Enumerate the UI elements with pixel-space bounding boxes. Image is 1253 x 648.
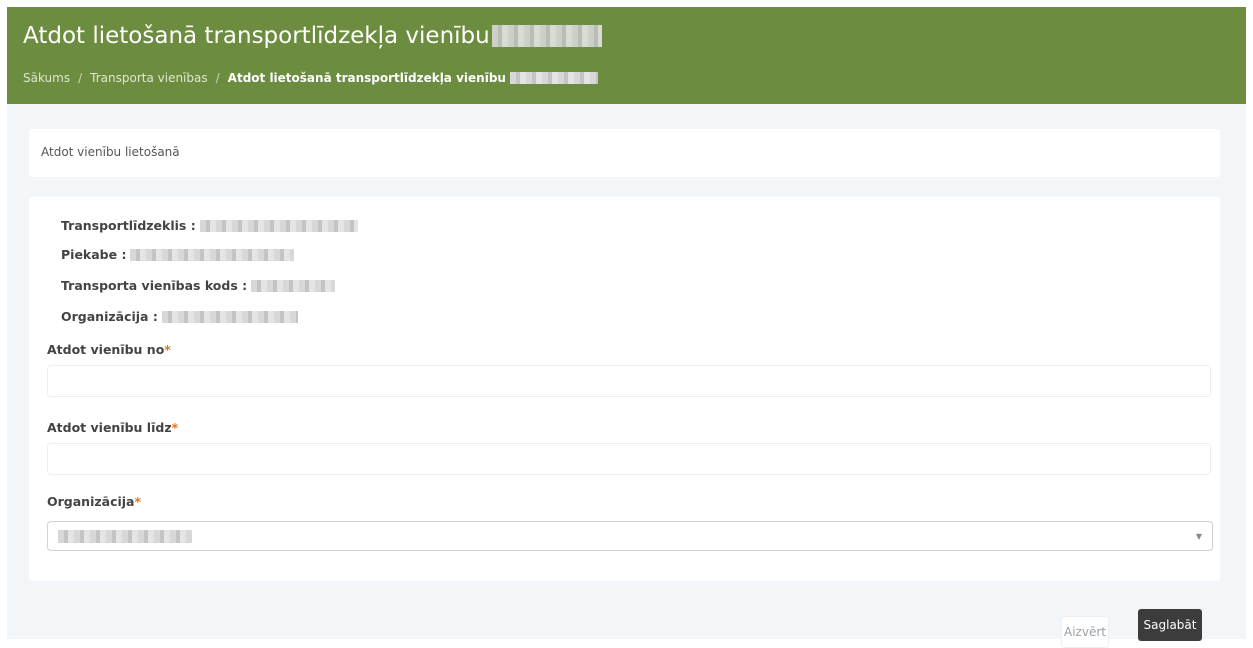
- page-title: Atdot lietošanā transportlīdzekļa vienīb…: [23, 23, 602, 49]
- organization-info: Organizācija :: [61, 309, 298, 324]
- breadcrumb-separator: /: [78, 71, 83, 85]
- breadcrumb: Sākums / Transporta vienības / Atdot lie…: [23, 71, 598, 85]
- redacted-trailer-value: [130, 248, 295, 261]
- form-card: Transportlīdzeklis : Piekabe : Transport…: [29, 197, 1220, 581]
- breadcrumb-home-link[interactable]: Sākums: [23, 71, 70, 85]
- redacted-organization-value: [161, 310, 298, 323]
- organization-info-label: Organizācija :: [61, 309, 158, 324]
- chevron-down-icon[interactable]: ▼: [1196, 532, 1202, 541]
- unit-code-info: Transporta vienības kods :: [61, 278, 336, 293]
- redacted-unit-code-value: [251, 279, 336, 292]
- to-date-label: Atdot vienību līdz*: [47, 420, 178, 435]
- unit-code-label: Transporta vienības kods :: [61, 278, 248, 293]
- section-title: Atdot vienību lietošanā: [41, 145, 180, 159]
- trailer-label: Piekabe :: [61, 247, 127, 262]
- breadcrumb-transport-units-link[interactable]: Transporta vienības: [90, 71, 207, 85]
- save-button[interactable]: Saglabāt: [1138, 609, 1202, 641]
- breadcrumb-separator: /: [215, 71, 220, 85]
- trailer-info: Piekabe :: [61, 247, 295, 262]
- from-date-label: Atdot vienību no*: [47, 342, 171, 357]
- required-marker: *: [134, 494, 142, 509]
- section-header-card: Atdot vienību lietošanā: [29, 129, 1220, 177]
- required-marker: *: [171, 420, 179, 435]
- organization-select[interactable]: ▼: [47, 521, 1213, 551]
- organization-select-label-text: Organizācija: [47, 494, 135, 509]
- redacted-vehicle-id: [491, 25, 602, 47]
- page-title-text: Atdot lietošanā transportlīdzekļa vienīb…: [23, 23, 490, 49]
- page-header: Atdot lietošanā transportlīdzekļa vienīb…: [7, 7, 1246, 104]
- vehicle-label: Transportlīdzeklis :: [61, 218, 196, 233]
- organization-select-label: Organizācija*: [47, 494, 141, 509]
- redacted-organization-selected-value: [58, 530, 192, 543]
- from-date-label-text: Atdot vienību no: [47, 342, 165, 357]
- app-frame: Atdot lietošanā transportlīdzekļa vienīb…: [7, 7, 1246, 648]
- breadcrumb-current: Atdot lietošanā transportlīdzekļa vienīb…: [227, 71, 506, 85]
- redacted-vehicle-id: [509, 72, 598, 84]
- redacted-vehicle-value: [199, 219, 358, 232]
- to-date-input[interactable]: [47, 443, 1211, 475]
- to-date-label-text: Atdot vienību līdz: [47, 420, 172, 435]
- vehicle-info: Transportlīdzeklis :: [61, 218, 358, 233]
- close-button[interactable]: Aizvērt: [1061, 616, 1109, 648]
- required-marker: *: [164, 342, 171, 357]
- from-date-input[interactable]: [47, 365, 1211, 397]
